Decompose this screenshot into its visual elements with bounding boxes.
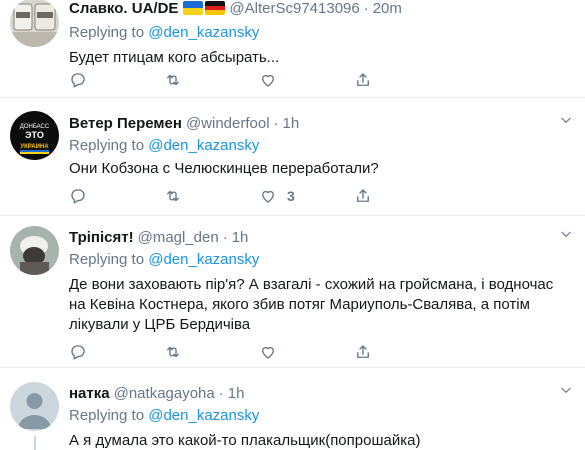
mention-link[interactable]: @den_kazansky: [148, 407, 259, 424]
separator: ·: [222, 228, 228, 246]
reply-icon: [71, 345, 85, 360]
heart-icon: [262, 346, 274, 359]
chevron-down-icon[interactable]: [559, 113, 573, 127]
user-handle[interactable]: @AlterSc97413096: [229, 0, 359, 17]
chevron-down-icon[interactable]: [559, 383, 573, 397]
user-name[interactable]: Ветер Перемен: [69, 115, 182, 132]
replying-to-label: Replying to: [69, 251, 145, 268]
tweet-text-line: лікували у ЦРБ Бердичіва: [69, 316, 251, 333]
avatar[interactable]: [10, 382, 59, 431]
timestamp[interactable]: 1h: [228, 385, 245, 402]
tweet[interactable]: Тріпісят! @magl_den · 1h Replying to @de…: [0, 216, 585, 368]
tweet-actions: [69, 342, 449, 362]
replying-to: Replying to @den_kazansky: [69, 250, 573, 270]
tweet-text: А я думала это какой-то плакальщик(попро…: [69, 432, 421, 449]
tweet-text-line: Де вони заховають пір'я? А взагалі - схо…: [69, 276, 554, 293]
replying-to-label: Replying to: [69, 137, 145, 154]
tweet-text: Де вони заховають пір'я? А взагалі - схо…: [69, 275, 573, 335]
mention-link[interactable]: @den_kazansky: [148, 137, 259, 154]
share-icon: [357, 73, 369, 86]
tweet-actions: [69, 70, 449, 90]
reply-button[interactable]: [69, 70, 164, 90]
retweet-icon: [167, 74, 179, 86]
reply-button[interactable]: [69, 342, 164, 362]
timestamp[interactable]: 20m: [373, 0, 402, 17]
replying-to: Replying to @den_kazansky: [69, 406, 573, 426]
user-handle[interactable]: @natkagayoha: [114, 385, 215, 402]
like-button[interactable]: [259, 70, 354, 90]
avatar-text-line: ЭТО: [25, 130, 44, 140]
share-icon: [357, 345, 369, 358]
flag-emojis: [183, 1, 226, 15]
heart-icon: [262, 74, 274, 87]
share-button[interactable]: [354, 186, 449, 206]
separator: ·: [363, 0, 369, 17]
ukraine-flag-icon: [183, 1, 204, 15]
tweet-actions: 3: [69, 186, 449, 206]
tweet-text: Будет птицам кого абсырать...: [69, 49, 280, 66]
chevron-down-icon[interactable]: [559, 227, 573, 241]
reply-button[interactable]: [69, 186, 164, 206]
avatar-text-line: УКРАИНА: [20, 144, 49, 150]
tweet[interactable]: натка @natkagayoha · 1h Replying to @den…: [0, 368, 585, 450]
user-handle[interactable]: @winderfool: [186, 115, 270, 132]
user-handle[interactable]: @magl_den: [138, 229, 219, 246]
share-button[interactable]: [354, 70, 449, 90]
reply-icon: [71, 189, 85, 204]
tweet-text: Они Кобзона с Челюскинцев переработали?: [69, 160, 379, 177]
like-button[interactable]: 3: [259, 186, 354, 206]
replying-to-label: Replying to: [69, 407, 145, 424]
mention-link[interactable]: @den_kazansky: [148, 251, 259, 268]
tweet[interactable]: Славко. UA/DE @AlterSc97413096 · 20m Rep…: [0, 0, 585, 98]
timestamp[interactable]: 1h: [232, 229, 249, 246]
thread-line: [34, 436, 36, 450]
mention-link[interactable]: @den_kazansky: [148, 24, 259, 41]
separator: ·: [273, 114, 279, 132]
avatar[interactable]: ДОНБАСС ЭТО УКРАИНА: [10, 111, 59, 160]
retweet-button[interactable]: [164, 70, 259, 90]
like-count: 3: [287, 188, 295, 204]
user-name[interactable]: Славко. UA/DE: [69, 0, 178, 17]
avatar[interactable]: [10, 226, 59, 275]
user-name[interactable]: Тріпісят!: [69, 229, 134, 246]
reply-icon: [71, 73, 85, 88]
separator: ·: [218, 384, 224, 402]
germany-flag-icon: [205, 1, 226, 15]
user-name[interactable]: натка: [69, 385, 110, 402]
retweet-button[interactable]: [164, 186, 259, 206]
replying-to: Replying to @den_kazansky: [69, 136, 573, 156]
retweet-icon: [167, 190, 179, 202]
like-button[interactable]: [259, 342, 354, 362]
retweet-button[interactable]: [164, 342, 259, 362]
share-icon: [357, 189, 369, 202]
retweet-icon: [167, 346, 179, 358]
replying-to: Replying to @den_kazansky: [69, 23, 573, 43]
timestamp[interactable]: 1h: [283, 115, 300, 132]
heart-icon: [262, 190, 274, 203]
avatar[interactable]: [10, 0, 59, 47]
share-button[interactable]: [354, 342, 449, 362]
tweet[interactable]: ДОНБАСС ЭТО УКРАИНА Ветер Перемен @winde…: [0, 98, 585, 216]
replying-to-label: Replying to: [69, 24, 145, 41]
tweet-text-line: на Кевіна Костнера, якого збив потяг Мар…: [69, 296, 530, 313]
